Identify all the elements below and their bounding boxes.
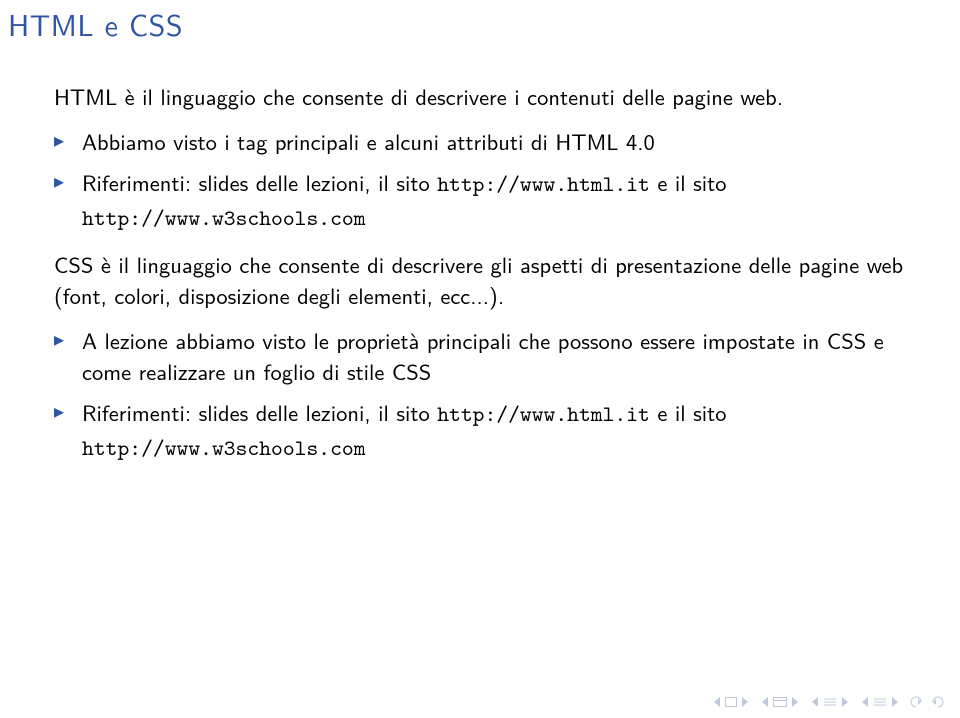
nav-prev-subsection[interactable] <box>760 696 800 708</box>
bullet-list-1: Abbiamo visto i tag principali e alcuni … <box>54 125 904 234</box>
list-item-text: e il sito <box>650 395 727 428</box>
nav-prev-frame[interactable] <box>860 696 900 708</box>
nav-prev-slide[interactable] <box>712 696 750 708</box>
paragraph-css-intro: CSS è il linguaggio che consente di desc… <box>54 248 904 310</box>
list-item-text: e il sito <box>650 165 727 198</box>
list-item-text: Riferimenti: slides delle lezioni, il si… <box>82 165 437 198</box>
slide-title: HTML e CSS <box>8 2 904 46</box>
list-item: Riferimenti: slides delle lezioni, il si… <box>54 166 904 234</box>
slide: HTML e CSS HTML è il linguaggio che cons… <box>0 2 960 718</box>
nav-prev-section[interactable] <box>810 696 850 708</box>
nav-back-forward[interactable] <box>910 694 944 710</box>
list-item: Abbiamo visto i tag principali e alcuni … <box>54 125 904 156</box>
code-url: http://www.w3schools.com <box>82 433 366 463</box>
paragraph-html-intro: HTML è il linguaggio che consente di des… <box>54 80 904 111</box>
code-url: http://www.html.it <box>437 169 650 199</box>
list-item: A lezione abbiamo visto le proprietà pri… <box>54 324 904 386</box>
code-url: http://www.w3schools.com <box>82 203 366 233</box>
code-url: http://www.html.it <box>437 399 650 429</box>
list-item-text: Riferimenti: slides delle lezioni, il si… <box>82 395 437 428</box>
beamer-nav-bar <box>712 694 944 710</box>
list-item-text: A lezione abbiamo visto le proprietà pri… <box>82 323 884 387</box>
list-item-text: Abbiamo visto i tag principali e alcuni … <box>82 124 655 157</box>
list-item: Riferimenti: slides delle lezioni, il si… <box>54 396 904 464</box>
bullet-list-2: A lezione abbiamo visto le proprietà pri… <box>54 324 904 464</box>
slide-content: HTML è il linguaggio che consente di des… <box>54 80 904 464</box>
